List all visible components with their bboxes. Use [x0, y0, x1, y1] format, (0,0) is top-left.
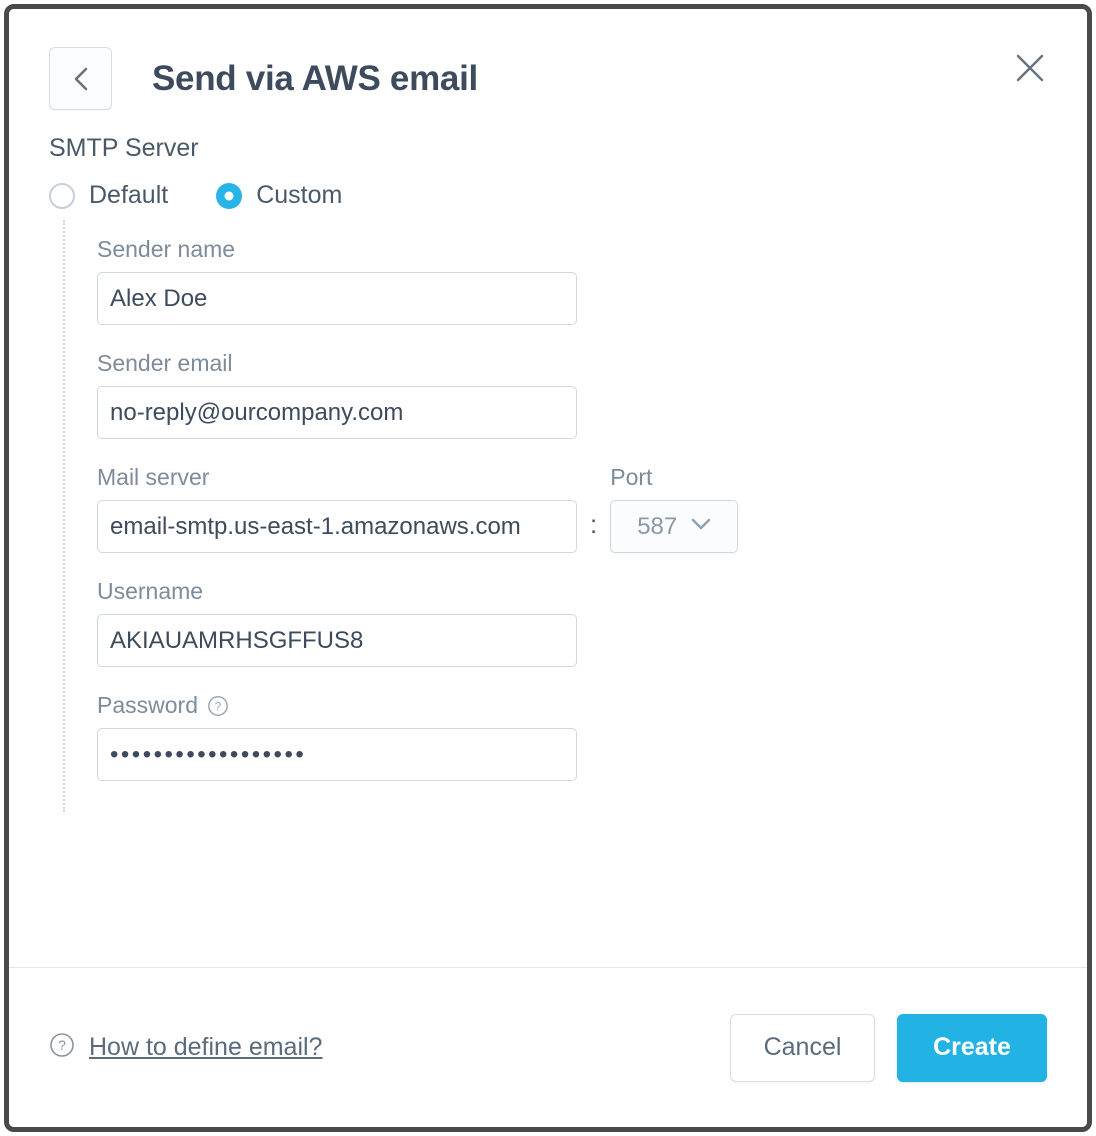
- field-group-sender-name: Sender name: [97, 236, 1047, 325]
- sender-name-input[interactable]: [97, 272, 577, 325]
- page-title: Send via AWS email: [152, 58, 478, 98]
- password-label: Password: [97, 692, 198, 718]
- send-via-aws-email-dialog: Send via AWS email SMTP Server Default C…: [9, 9, 1087, 1127]
- field-group-mail-server: Mail server : Port 587: [97, 464, 1047, 553]
- host-port-separator: :: [590, 509, 598, 539]
- radio-option-custom[interactable]: Custom: [216, 181, 342, 210]
- port-col: Port 587: [610, 464, 739, 553]
- sender-email-label: Sender email: [97, 350, 233, 376]
- smtp-server-label: SMTP Server: [49, 134, 199, 162]
- custom-smtp-form: Sender name Sender email Mail server: [49, 220, 1047, 812]
- back-button[interactable]: [49, 47, 112, 110]
- port-select[interactable]: 587: [610, 500, 739, 553]
- radio-mark-custom[interactable]: [216, 182, 243, 209]
- close-icon: [1015, 53, 1045, 88]
- dialog-body: SMTP Server Default Custom Sender name A…: [9, 134, 1087, 967]
- mail-server-label: Mail server: [97, 464, 210, 490]
- create-button[interactable]: Create: [897, 1013, 1047, 1082]
- help-link[interactable]: ? How to define email?: [49, 1032, 322, 1063]
- radio-mark-default[interactable]: [49, 182, 75, 209]
- radio-label-custom: Custom: [256, 181, 343, 209]
- cancel-button[interactable]: Cancel: [730, 1013, 875, 1082]
- question-circle-icon[interactable]: ?: [207, 695, 229, 717]
- port-value: 587: [637, 512, 678, 540]
- footer-buttons: Cancel Create: [730, 1013, 1047, 1082]
- help-link-text: How to define email?: [89, 1033, 323, 1061]
- field-group-password: Password ? ••••••••••••••••••: [97, 692, 1047, 781]
- svg-text:?: ?: [215, 699, 222, 713]
- chevron-left-icon: [73, 66, 89, 92]
- question-circle-icon: ?: [49, 1032, 75, 1063]
- svg-text:?: ?: [58, 1037, 66, 1053]
- sender-email-input[interactable]: [97, 386, 577, 439]
- close-button[interactable]: [1009, 49, 1051, 91]
- password-label-row: Password ?: [97, 692, 1047, 719]
- dialog-frame: Send via AWS email SMTP Server Default C…: [4, 4, 1092, 1132]
- radio-option-default[interactable]: Default: [49, 181, 168, 210]
- field-group-username: Username: [97, 578, 1047, 667]
- field-group-sender-email: Sender email: [97, 350, 1047, 439]
- header-row: Send via AWS email: [49, 47, 1047, 110]
- dialog-footer: ? How to define email? Cancel Create: [9, 967, 1087, 1127]
- port-label: Port: [610, 464, 653, 490]
- mail-server-row: Mail server : Port 587: [97, 464, 1047, 553]
- radio-label-default: Default: [89, 181, 169, 209]
- form-guide-line: [63, 220, 65, 812]
- smtp-server-radio-group: Default Custom: [49, 181, 1047, 210]
- password-input[interactable]: ••••••••••••••••••: [97, 728, 577, 781]
- chevron-down-icon: [691, 518, 711, 536]
- dialog-header: Send via AWS email: [9, 9, 1087, 134]
- username-input[interactable]: [97, 614, 577, 667]
- username-label: Username: [97, 578, 204, 604]
- mail-server-input[interactable]: [97, 500, 577, 553]
- mail-server-col: Mail server: [97, 464, 577, 553]
- sender-name-label: Sender name: [97, 236, 236, 262]
